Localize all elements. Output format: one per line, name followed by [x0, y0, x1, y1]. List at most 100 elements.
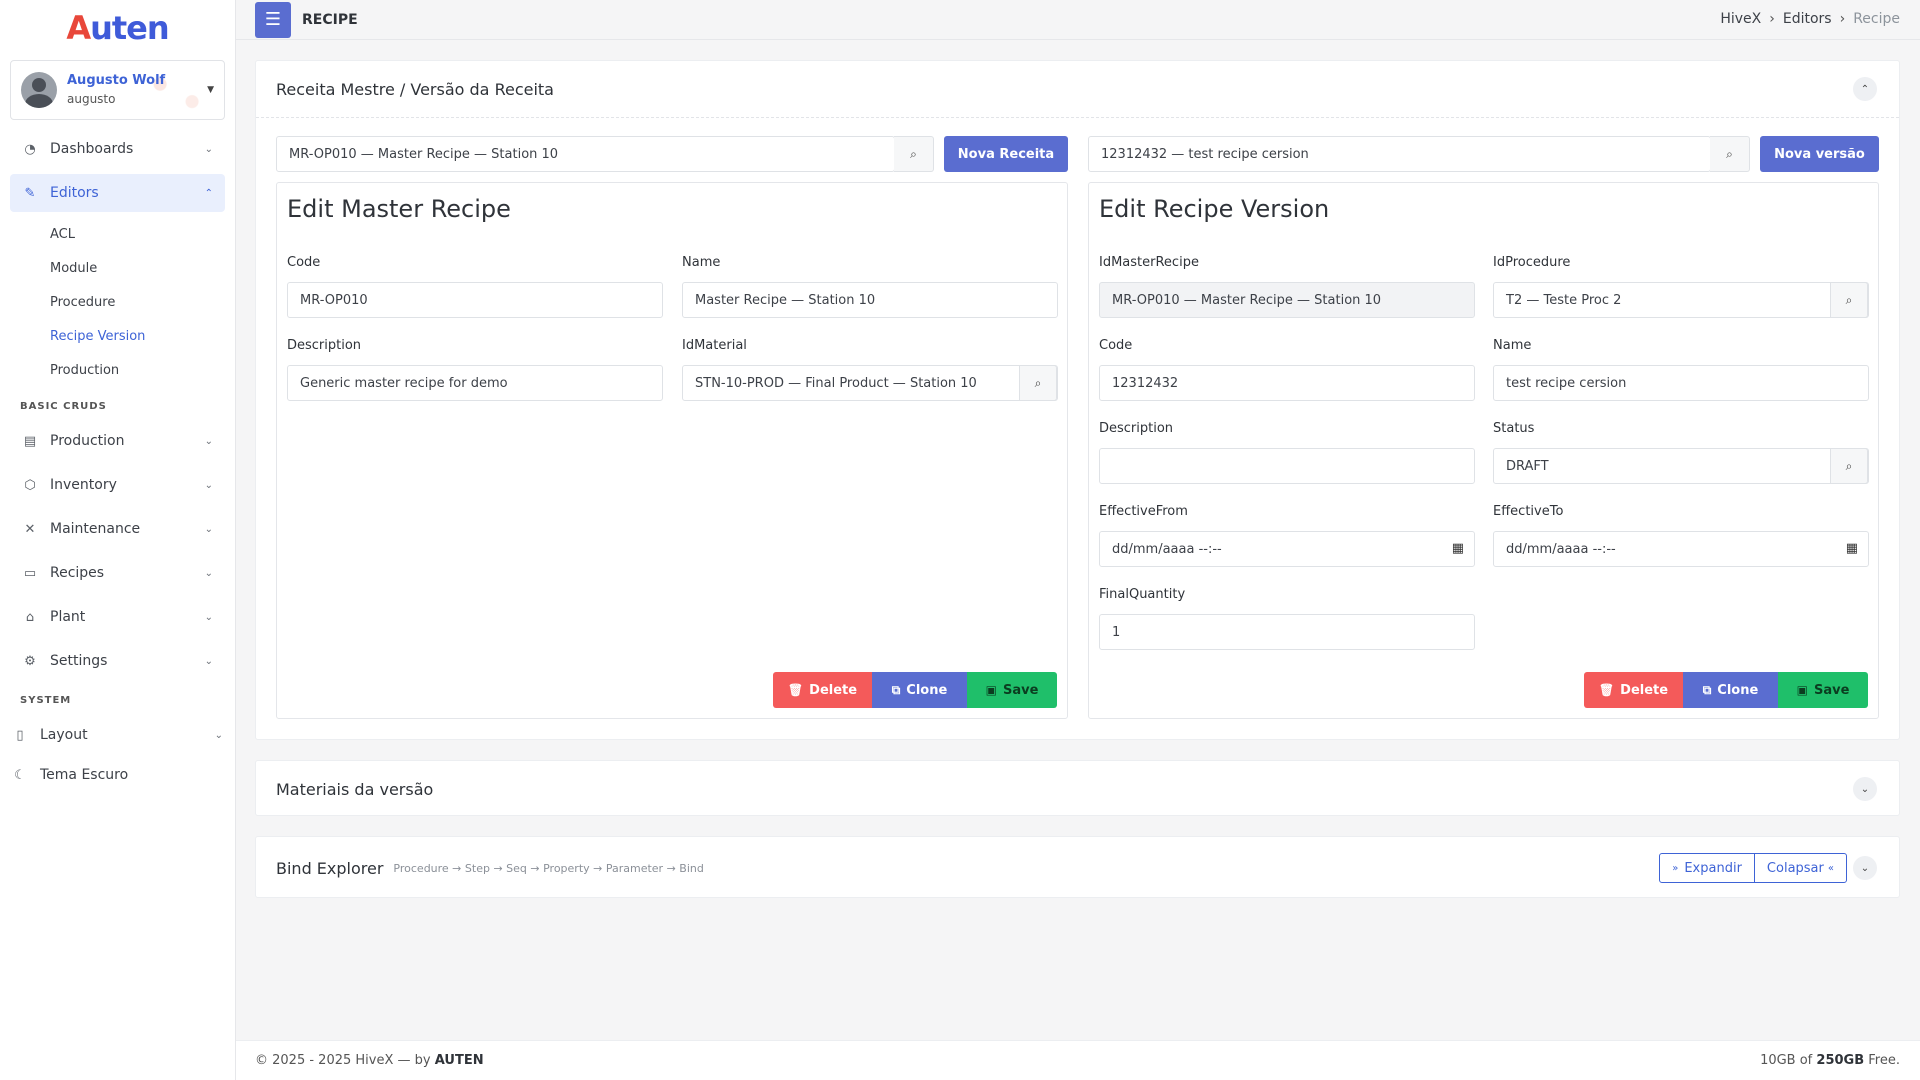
search-icon: ⌕ — [910, 146, 917, 161]
version-code-field[interactable]: 12312432 — [1099, 365, 1475, 401]
sidebar: Auten Augusto Wolf augusto ▼ ◔ Dashboard… — [0, 0, 236, 1080]
master-name-field[interactable]: Master Recipe — Station 10 — [682, 282, 1058, 318]
sidebar-item-dark-theme[interactable]: ☾ Tema Escuro — [0, 756, 225, 794]
breadcrumb-hivex[interactable]: HiveX — [1720, 11, 1761, 27]
box-icon: ⬡ — [24, 477, 36, 493]
sidebar-subitem-module[interactable]: Module — [10, 252, 225, 286]
editors-subnav: ACL Module Procedure Recipe Version Prod… — [10, 218, 225, 388]
version-search-button[interactable]: ⌕ — [1710, 136, 1750, 172]
master-recipe-search[interactable]: MR-OP010 — Master Recipe — Station 10 — [276, 136, 895, 172]
chevron-down-icon: ⌄ — [204, 479, 213, 491]
floppy-icon: ▣ — [1796, 683, 1808, 697]
caret-down-icon[interactable]: ▼ — [207, 85, 214, 95]
delete-version-button[interactable]: 🗑 Delete — [1584, 672, 1683, 708]
sidebar-item-layout[interactable]: ▯ Layout ⌄ — [0, 716, 225, 754]
sidebar-subitem-acl[interactable]: ACL — [10, 218, 225, 252]
bind-explorer-subtitle: Procedure → Step → Seq → Property → Para… — [393, 861, 704, 875]
delete-master-button[interactable]: 🗑 Delete — [773, 672, 872, 708]
section-basic-cruds: BASIC CRUDS — [20, 401, 107, 412]
sidebar-item-inventory[interactable]: ⬡ Inventory ⌄ — [10, 466, 225, 504]
calendar-icon[interactable]: ▦ — [1846, 541, 1858, 556]
factory-icon: ⌂ — [25, 609, 35, 625]
material-search-button[interactable]: ⌕ — [1019, 365, 1057, 401]
effective-to-field[interactable]: dd/mm/aaaa --:-- ▦ — [1493, 531, 1869, 567]
footer: © 2025 - 2025 HiveX — by AUTEN 10GB of 2… — [236, 1040, 1920, 1080]
version-procedure-field[interactable]: T2 — Teste Proc 2 ⌕ — [1493, 282, 1869, 318]
collapse-all-button[interactable]: Colapsar « — [1753, 854, 1846, 882]
trash-icon: 🗑 — [1598, 683, 1615, 697]
clone-master-button[interactable]: ⧉ Clone — [872, 672, 967, 708]
chevron-down-icon: ⌄ — [214, 729, 223, 741]
master-description-field[interactable]: Generic master recipe for demo — [287, 365, 663, 401]
bind-explorer-header: Bind Explorer Procedure → Step → Seq → P… — [256, 837, 1899, 899]
save-version-button[interactable]: ▣ Save — [1778, 672, 1868, 708]
version-name-field[interactable]: test recipe cersion — [1493, 365, 1869, 401]
sidebar-item-plant[interactable]: ⌂ Plant ⌄ — [10, 598, 225, 636]
recipe-panel-header: Receita Mestre / Versão da Receita ⌃ — [256, 61, 1899, 117]
new-master-recipe-button[interactable]: Nova Receita — [944, 136, 1068, 172]
name-label: Name — [682, 255, 721, 270]
chevron-down-icon: ⌄ — [204, 143, 213, 155]
sidebar-item-settings[interactable]: ⚙ Settings ⌄ — [10, 642, 225, 680]
master-code-field[interactable]: MR-OP010 — [287, 282, 663, 318]
status-search-button[interactable]: ⌕ — [1830, 448, 1868, 484]
bind-explorer-panel: Bind Explorer Procedure → Step → Seq → P… — [255, 836, 1900, 898]
layout-icon: ▯ — [16, 727, 24, 743]
expand-materials-button[interactable]: ⌄ — [1853, 777, 1877, 801]
storage-used: 10GB of — [1760, 1053, 1813, 1068]
recipe-version-search[interactable]: 12312432 — test recipe cersion — [1088, 136, 1711, 172]
sidebar-subitem-recipe-version[interactable]: Recipe Version — [10, 320, 225, 354]
breadcrumb-current: Recipe — [1853, 11, 1900, 27]
expand-bind-explorer-button[interactable]: ⌄ — [1853, 856, 1877, 880]
copyright-text: © 2025 - 2025 HiveX — by — [255, 1053, 431, 1068]
sidebar-item-dashboards[interactable]: ◔ Dashboards ⌄ — [10, 130, 225, 168]
search-icon: ⌕ — [1845, 458, 1853, 473]
code-label: Code — [287, 255, 321, 270]
materials-panel-header[interactable]: Materiais da versão ⌄ — [256, 761, 1899, 817]
master-action-buttons: 🗑 Delete ⧉ Clone ▣ Save — [773, 672, 1057, 708]
sidebar-item-recipes[interactable]: ▭ Recipes ⌄ — [10, 554, 225, 592]
clone-version-button[interactable]: ⧉ Clone — [1683, 672, 1778, 708]
effective-to-label: EffectiveTo — [1493, 504, 1564, 519]
version-master-recipe-field: MR-OP010 — Master Recipe — Station 10 — [1099, 282, 1475, 318]
collapse-recipe-panel-button[interactable]: ⌃ — [1853, 77, 1877, 101]
brand-logo[interactable]: Auten — [0, 0, 235, 56]
calendar-icon[interactable]: ▦ — [1452, 541, 1464, 556]
procedure-search-button[interactable]: ⌕ — [1830, 282, 1868, 318]
description-label: Description — [287, 338, 362, 353]
footer-copyright: © 2025 - 2025 HiveX — by AUTEN — [255, 1053, 484, 1068]
chevron-down-icon: ⌄ — [204, 523, 213, 535]
name-label: Name — [1493, 338, 1532, 353]
card-title: Edit Recipe Version — [1099, 195, 1330, 223]
user-login: augusto — [67, 92, 116, 106]
version-status-field[interactable]: DRAFT ⌕ — [1493, 448, 1869, 484]
chevron-down-icon: ⌄ — [204, 567, 213, 579]
menu-toggle-button[interactable]: ☰ — [255, 1, 291, 38]
expand-all-button[interactable]: » Expandir — [1660, 854, 1754, 882]
breadcrumb-editors[interactable]: Editors — [1783, 11, 1832, 27]
effective-from-field[interactable]: dd/mm/aaaa --:-- ▦ — [1099, 531, 1475, 567]
user-name: Augusto Wolf — [67, 73, 166, 88]
sidebar-item-editors[interactable]: ✎ Editors ⌃ — [10, 174, 225, 212]
field-value: Generic master recipe for demo — [300, 375, 508, 391]
version-description-field[interactable] — [1099, 448, 1475, 484]
save-master-button[interactable]: ▣ Save — [967, 672, 1057, 708]
new-version-button[interactable]: Nova versão — [1760, 136, 1879, 172]
user-card[interactable]: Augusto Wolf augusto ▼ — [10, 60, 225, 120]
storage-total: 250GB — [1816, 1053, 1865, 1068]
sidebar-item-production[interactable]: ▤ Production ⌄ — [10, 422, 225, 460]
field-value: 1 — [1112, 624, 1121, 640]
sidebar-item-maintenance[interactable]: ✕ Maintenance ⌄ — [10, 510, 225, 548]
footer-brand[interactable]: AUTEN — [435, 1053, 484, 1068]
master-recipe-label: IdMasterRecipe — [1099, 255, 1199, 270]
master-search-button[interactable]: ⌕ — [894, 136, 934, 172]
field-value: Master Recipe — Station 10 — [695, 292, 876, 308]
hamburger-icon: ☰ — [264, 9, 282, 30]
master-material-field[interactable]: STN-10-PROD — Final Product — Station 10… — [682, 365, 1058, 401]
bind-explorer-title: Bind Explorer — [276, 858, 384, 878]
sidebar-subitem-production[interactable]: Production — [10, 354, 225, 388]
final-quantity-field[interactable]: 1 — [1099, 614, 1475, 650]
sidebar-subitem-procedure[interactable]: Procedure — [10, 286, 225, 320]
footer-storage: 10GB of 250GB Free. — [1760, 1053, 1900, 1068]
status-label: Status — [1493, 421, 1535, 436]
